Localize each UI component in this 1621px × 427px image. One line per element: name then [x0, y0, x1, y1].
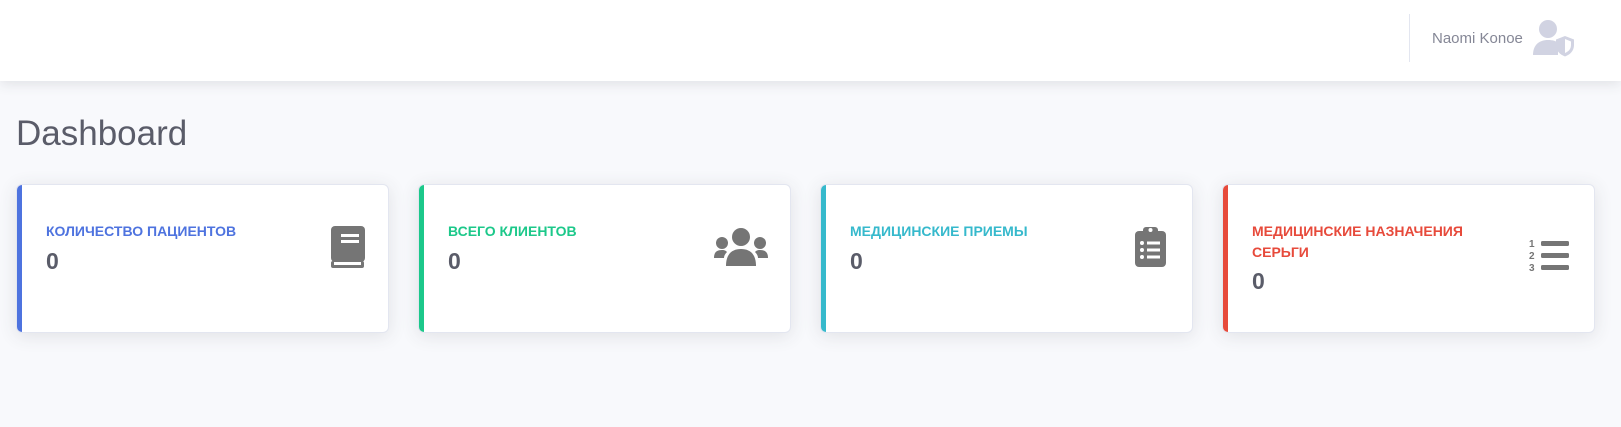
card-value: 0 — [850, 248, 863, 274]
card-accent — [17, 185, 22, 332]
users-icon — [714, 228, 768, 266]
card-medical-prescriptions: МЕДИЦИНСКИЕ НАЗНАЧЕНИЯ СЕРЬГИ 0 1 2 3 — [1222, 184, 1595, 333]
user-shield-icon — [1532, 19, 1575, 57]
svg-text:1: 1 — [1529, 239, 1535, 250]
card-label: МЕДИЦИНСКИЕ ПРИЕМЫ — [850, 223, 1028, 239]
card-accent — [821, 185, 826, 332]
card-value: 0 — [46, 248, 59, 274]
topbar: Naomi Konoe — [0, 0, 1621, 81]
card-value: 0 — [448, 248, 461, 274]
card-label: КОЛИЧЕСТВО ПАЦИЕНТОВ — [46, 223, 237, 239]
card-label: МЕДИЦИНСКИЕ НАЗНАЧЕНИЯ СЕРЬГИ — [1252, 223, 1463, 260]
book-icon — [329, 226, 367, 268]
user-name: Naomi Konoe — [1432, 29, 1523, 47]
card-accent — [1223, 185, 1228, 332]
card-value: 0 — [1252, 268, 1265, 294]
card-patients-count: КОЛИЧЕСТВО ПАЦИЕНТОВ 0 — [16, 184, 389, 333]
clipboard-list-icon — [1135, 225, 1166, 267]
svg-text:2: 2 — [1529, 251, 1535, 262]
page-title: Dashboard — [16, 114, 188, 153]
svg-text:3: 3 — [1529, 263, 1535, 273]
card-label: ВСЕГО КЛИЕНТОВ — [448, 223, 577, 239]
topbar-divider — [1409, 14, 1410, 62]
card-medical-appointments: МЕДИЦИНСКИЕ ПРИЕМЫ 0 — [820, 184, 1193, 333]
user-menu[interactable]: Naomi Konoe — [1432, 18, 1575, 58]
card-accent — [419, 185, 424, 332]
card-total-clients: ВСЕГО КЛИЕНТОВ 0 — [418, 184, 791, 333]
list-ol-icon: 1 2 3 — [1529, 237, 1571, 273]
